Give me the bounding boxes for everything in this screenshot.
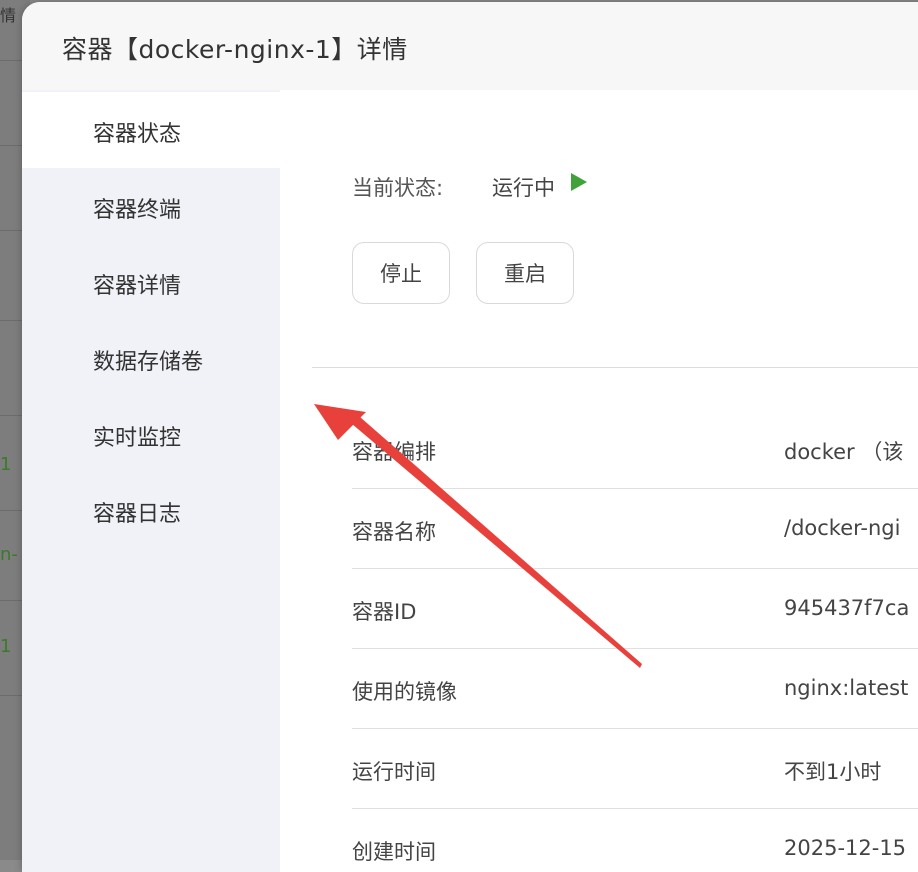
detail-row-created: 创建时间 2025-12-15 bbox=[352, 808, 918, 872]
detail-value: nginx:latest bbox=[784, 676, 909, 700]
sidebar-item-data-volumes[interactable]: 数据存储卷 bbox=[22, 320, 280, 396]
section-divider bbox=[312, 367, 918, 368]
detail-key: 使用的镜像 bbox=[352, 680, 457, 704]
sidebar-item-container-terminal[interactable]: 容器终端 bbox=[22, 168, 280, 244]
detail-row-image: 使用的镜像 nginx:latest bbox=[352, 648, 918, 729]
sidebar-item-realtime-monitor[interactable]: 实时监控 bbox=[22, 396, 280, 472]
detail-key: 容器ID bbox=[352, 600, 417, 624]
dialog-header: 容器【docker-nginx-1】详情 bbox=[22, 2, 918, 90]
sidebar-item-container-status[interactable]: 容器状态 bbox=[22, 92, 280, 168]
running-play-icon bbox=[571, 173, 587, 191]
sidebar-item-container-logs[interactable]: 容器日志 bbox=[22, 472, 280, 548]
detail-key: 容器名称 bbox=[352, 520, 436, 544]
detail-row-uptime: 运行时间 不到1小时 bbox=[352, 728, 918, 809]
sidebar-item-label: 容器状态 bbox=[93, 122, 182, 147]
status-value: 运行中 bbox=[492, 176, 555, 200]
container-detail-dialog: 容器【docker-nginx-1】详情 容器状态 容器终端 容器详情 数据存储… bbox=[22, 2, 918, 872]
restart-button[interactable]: 重启 bbox=[476, 242, 574, 304]
sidebar-item-label: 容器终端 bbox=[93, 198, 182, 223]
sidebar-item-label: 数据存储卷 bbox=[93, 350, 204, 375]
detail-row-id: 容器ID 945437f7ca bbox=[352, 568, 918, 649]
detail-key: 容器编排 bbox=[352, 440, 436, 464]
sidebar: 容器状态 容器终端 容器详情 数据存储卷 实时监控 容器日志 bbox=[22, 90, 280, 872]
sidebar-item-container-details[interactable]: 容器详情 bbox=[22, 244, 280, 320]
detail-value: 2025-12-15 bbox=[784, 836, 907, 860]
sidebar-item-label: 实时监控 bbox=[93, 426, 182, 451]
detail-row-orchestration: 容器编排 docker （该 bbox=[352, 408, 918, 489]
detail-value: 不到1小时 bbox=[784, 760, 882, 784]
content-panel: 当前状态: 运行中 停止 重启 容器编排 docker （该 容器名称 /doc… bbox=[280, 90, 918, 872]
dialog-title: 容器【docker-nginx-1】详情 bbox=[62, 35, 408, 64]
detail-key: 运行时间 bbox=[352, 760, 436, 784]
sidebar-item-label: 容器日志 bbox=[93, 502, 182, 527]
sidebar-item-label: 容器详情 bbox=[93, 274, 182, 299]
status-label: 当前状态: bbox=[352, 176, 444, 200]
detail-key: 创建时间 bbox=[352, 840, 436, 864]
detail-value: 945437f7ca bbox=[784, 596, 910, 620]
stop-button[interactable]: 停止 bbox=[352, 242, 450, 304]
detail-value: docker （该 bbox=[784, 440, 904, 464]
detail-value: /docker-ngi bbox=[784, 516, 901, 540]
detail-row-name: 容器名称 /docker-ngi bbox=[352, 488, 918, 569]
